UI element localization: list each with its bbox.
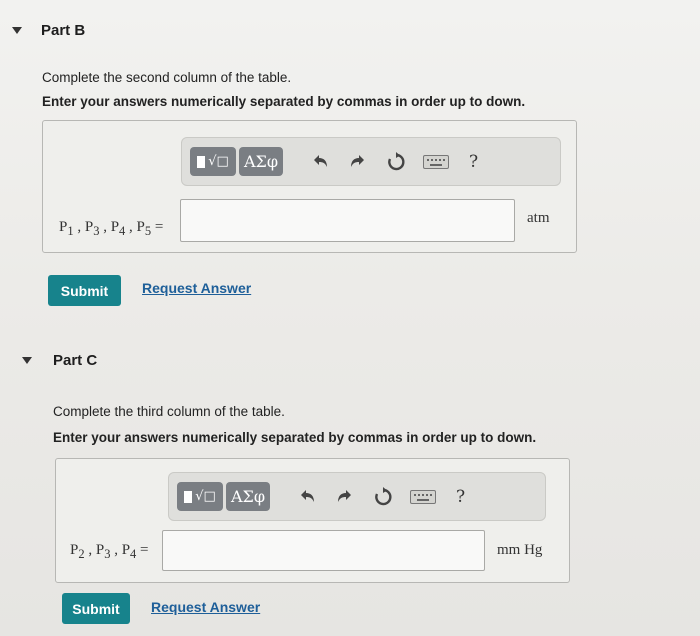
undo-icon[interactable] (309, 151, 331, 173)
part-b-answer-box: √□ ΑΣφ ? P1 , P3 , P4 , P5 = atm (42, 120, 577, 253)
part-c-submit-button[interactable]: Submit (62, 593, 130, 624)
collapse-caret-icon[interactable] (22, 357, 32, 364)
help-icon[interactable]: ? (456, 487, 465, 507)
keyboard-icon[interactable] (410, 489, 436, 504)
part-b-title: Part B (41, 22, 86, 39)
reset-icon[interactable] (385, 151, 407, 173)
part-b-request-answer-link[interactable]: Request Answer (142, 280, 251, 296)
reset-icon[interactable] (372, 486, 394, 508)
undo-icon[interactable] (296, 486, 318, 508)
part-b-answer-input[interactable] (180, 199, 515, 242)
part-c-title: Part C (53, 352, 98, 369)
part-b-variable-label: P1 , P3 , P4 , P5 = (59, 219, 164, 238)
part-c-unit: mm Hg (497, 542, 543, 558)
template-icon: √□ (197, 154, 229, 169)
part-c-variable-label: P2 , P3 , P4 = (70, 542, 149, 561)
part-c-answer-box: √□ ΑΣφ ? P2 , P3 , P4 = mm Hg (55, 458, 570, 583)
template-button[interactable]: √□ (190, 147, 236, 176)
part-c-header[interactable]: Part C (22, 352, 97, 369)
part-c-math-toolbar: √□ ΑΣφ ? (168, 472, 546, 521)
help-icon[interactable]: ? (469, 152, 478, 172)
part-b-instruction-bold: Enter your answers numerically separated… (42, 94, 526, 109)
part-c-instruction-bold: Enter your answers numerically separated… (53, 430, 537, 445)
part-c-request-answer-link[interactable]: Request Answer (151, 599, 260, 615)
part-b-instruction: Complete the second column of the table. (42, 70, 292, 85)
redo-icon[interactable] (334, 486, 356, 508)
part-b-header[interactable]: Part B (12, 22, 85, 39)
collapse-caret-icon[interactable] (12, 27, 22, 34)
template-button[interactable]: √□ (177, 482, 223, 511)
template-icon: √□ (184, 489, 216, 504)
greek-symbols-button[interactable]: ΑΣφ (226, 482, 270, 511)
keyboard-icon[interactable] (423, 154, 449, 169)
part-b-unit: atm (527, 210, 550, 226)
part-c-instruction: Complete the third column of the table. (53, 404, 285, 419)
greek-symbols-button[interactable]: ΑΣφ (239, 147, 283, 176)
redo-icon[interactable] (347, 151, 369, 173)
part-b-submit-button[interactable]: Submit (48, 275, 121, 306)
part-c-answer-input[interactable] (162, 530, 485, 571)
part-b-math-toolbar: √□ ΑΣφ ? (181, 137, 561, 186)
